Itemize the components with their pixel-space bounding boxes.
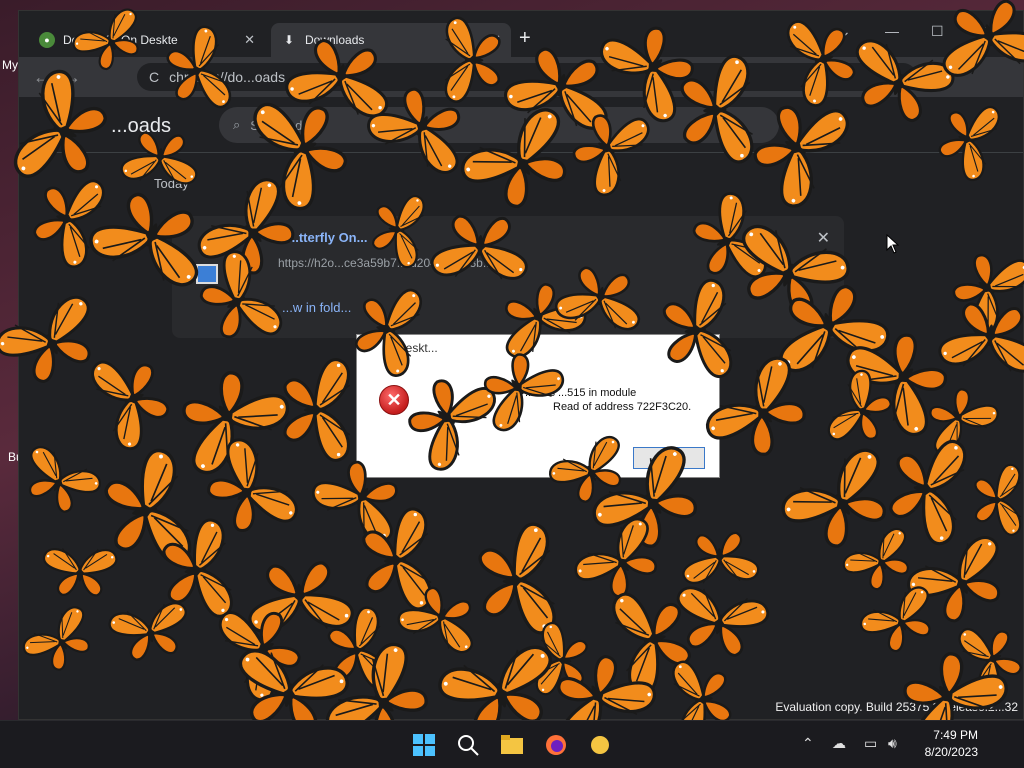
tab-downloads[interactable]: ⬇ Downloads ✕	[271, 23, 511, 57]
tab-label: Downloads	[305, 33, 365, 47]
minimize-button[interactable]: —	[885, 23, 899, 39]
tab-label: Do...tterfly On Deskte	[63, 33, 178, 47]
error-icon: ✕	[379, 385, 409, 415]
mouse-cursor	[886, 234, 900, 254]
section-date: Today	[154, 176, 189, 191]
evaluation-watermark: Evaluation copy. Build 25375.2...elease.…	[775, 700, 1018, 714]
file-explorer-icon[interactable]	[500, 733, 524, 757]
clock-date: 8/20/2023	[924, 745, 978, 759]
app-icon: ●	[39, 32, 55, 48]
show-in-folder-link[interactable]: ...w in fold...	[282, 300, 351, 315]
chrome-icon: C	[149, 69, 160, 85]
download-file-name[interactable]: ...tterfly On...	[288, 230, 367, 245]
more-menu-icon[interactable]: ⋮	[979, 113, 997, 134]
error-dialog: Deskt... ✕ ...ress ...515 in module Read…	[356, 334, 720, 478]
close-window-button[interactable]: ✕	[977, 23, 989, 40]
close-icon[interactable]: ✕	[244, 32, 255, 48]
dialog-message: Read of address 722F3C20.	[553, 401, 692, 413]
ok-button[interactable]: OK	[633, 447, 705, 469]
address-text: chrome://do...oads	[169, 69, 286, 85]
downloads-header: ...oads ⌕ Search d... ⋮	[19, 97, 1023, 153]
taskbar: ⌃ ☁ ▭ 🔊︎ 7:49 PM 8/20/2023	[0, 720, 1024, 768]
clock-time: 7:49 PM	[933, 728, 978, 742]
tab-strip: ● Do...tterfly On Deskte ✕ ⬇ Downloads ✕…	[19, 11, 1023, 57]
toolbar: ← → C chrome://do...oads	[19, 57, 1023, 97]
search-placeholder: Search d...	[250, 117, 314, 133]
search-input[interactable]: ⌕ Search d...	[219, 107, 779, 143]
chevron-up-icon[interactable]: ⌃	[802, 735, 814, 752]
dialog-title: Deskt...	[397, 341, 438, 355]
desktop-icon-label[interactable]: My	[2, 58, 18, 72]
download-icon: ⬇	[283, 33, 295, 47]
file-icon	[196, 264, 218, 284]
tab-butterfly[interactable]: ● Do...tterfly On Deskte ✕	[29, 23, 265, 57]
windows-start-icon[interactable]	[412, 733, 436, 757]
page-title: ...oads	[111, 115, 172, 137]
dialog-message: ...ress ...515 in module	[525, 387, 637, 399]
extension-icon[interactable]	[929, 67, 943, 81]
download-item: ...tterfly On... https://h2o...ce3a59b7.…	[172, 216, 844, 338]
system-clock[interactable]: 7:49 PM 8/20/2023	[925, 727, 978, 761]
onedrive-icon[interactable]: ☁	[832, 735, 846, 752]
address-bar[interactable]: C chrome://do...oads	[137, 63, 917, 91]
new-tab-button[interactable]: +	[519, 27, 531, 50]
close-icon[interactable]: ✕	[490, 32, 501, 48]
search-icon: ⌕	[233, 117, 241, 132]
volume-icon[interactable]: 🔊︎	[888, 735, 897, 752]
download-url: https://h2o...ce3a59b7...fd2041ce9e3b...	[278, 256, 493, 270]
chevron-down-icon[interactable]: ⌄	[839, 23, 851, 40]
app-icon[interactable]	[588, 733, 612, 757]
maximize-button[interactable]: ☐	[931, 23, 944, 40]
back-button[interactable]: ←	[33, 67, 51, 88]
search-icon[interactable]	[456, 733, 480, 757]
network-icon[interactable]: ▭	[864, 735, 877, 752]
firefox-icon[interactable]	[544, 733, 568, 757]
forward-button[interactable]: →	[63, 67, 81, 88]
remove-download-button[interactable]: ✕	[817, 228, 830, 248]
